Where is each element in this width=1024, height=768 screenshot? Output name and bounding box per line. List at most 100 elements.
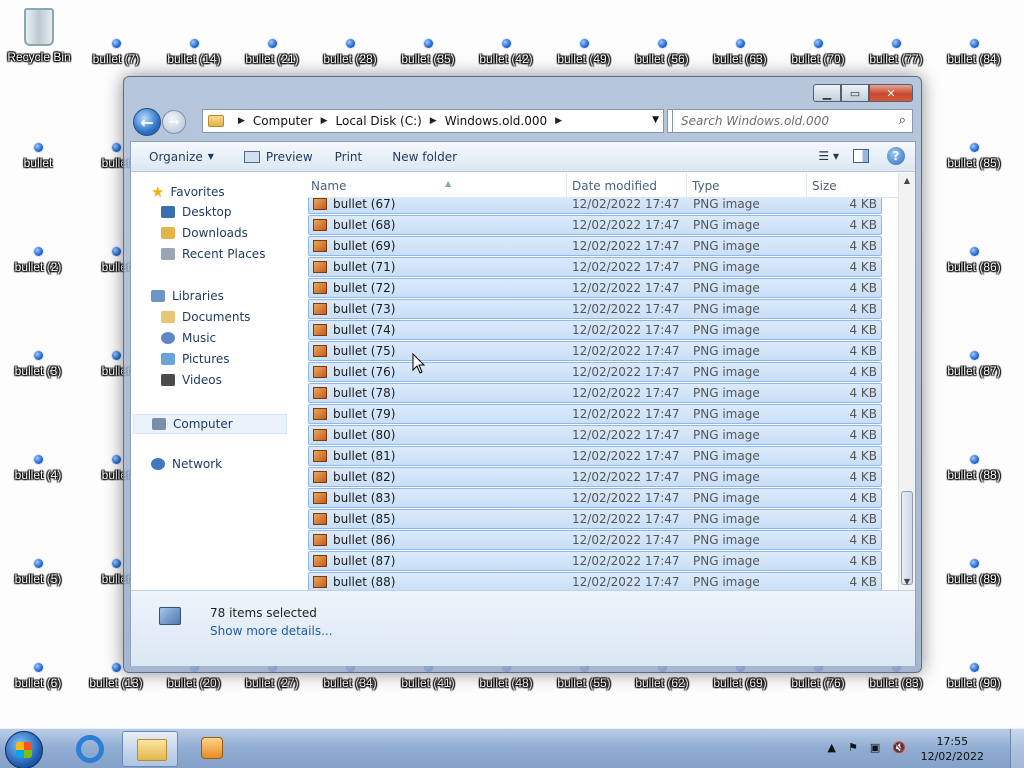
- nav-favorites[interactable]: ★ Favorites: [151, 183, 225, 201]
- desktop-file-icon[interactable]: bullet (85): [935, 142, 1013, 170]
- scroll-down-icon[interactable]: ▼: [899, 574, 915, 590]
- back-button[interactable]: ←: [133, 108, 161, 136]
- table-row[interactable]: bullet (74) 12/02/2022 17:47 PNG image 4 KB: [308, 320, 882, 340]
- help-icon[interactable]: ?: [887, 147, 905, 165]
- nav-documents[interactable]: Documents: [161, 310, 250, 324]
- breadcrumb-arrow-icon[interactable]: ▶: [430, 116, 437, 126]
- table-row[interactable]: bullet (75) 12/02/2022 17:47 PNG image 4 KB: [308, 341, 882, 361]
- desktop-file-icon[interactable]: bullet (90): [935, 662, 1013, 690]
- file-type: PNG image: [693, 575, 760, 589]
- show-more-details-link[interactable]: Show more details...: [210, 624, 333, 638]
- maximize-button[interactable]: ▭: [841, 84, 869, 102]
- table-row[interactable]: bullet (69) 12/02/2022 17:47 PNG image 4 KB: [308, 236, 882, 256]
- desktop-file-icon[interactable]: bullet (70): [779, 38, 857, 66]
- breadcrumb-arrow-icon[interactable]: ▶: [321, 116, 328, 126]
- desktop-file-icon[interactable]: bullet (14): [155, 38, 233, 66]
- desktop-file-icon[interactable]: bullet (84): [935, 38, 1013, 66]
- desktop-file-icon[interactable]: bullet (89): [935, 558, 1013, 586]
- minimize-button[interactable]: ▁: [813, 84, 841, 102]
- recycle-bin-icon[interactable]: Recycle Bin: [0, 8, 78, 64]
- breadcrumb-windows-old[interactable]: Windows.old.000: [445, 114, 547, 128]
- desktop-file-icon[interactable]: bullet (6): [0, 662, 77, 690]
- address-bar[interactable]: ▶ Computer ▶ Local Disk (C:) ▶ Windows.o…: [202, 109, 664, 133]
- nav-network[interactable]: Network: [151, 457, 222, 471]
- search-icon[interactable]: ⌕: [899, 113, 906, 128]
- column-type[interactable]: Type: [692, 179, 720, 193]
- desktop-file-icon[interactable]: bullet (28): [311, 38, 389, 66]
- table-row[interactable]: bullet (68) 12/02/2022 17:47 PNG image 4 KB: [308, 215, 882, 235]
- table-row[interactable]: bullet (72) 12/02/2022 17:47 PNG image 4 KB: [308, 278, 882, 298]
- desktop-file-icon[interactable]: bullet (7): [77, 38, 155, 66]
- table-row[interactable]: bullet (67) 12/02/2022 17:47 PNG image 4 KB: [308, 198, 882, 214]
- preview-button[interactable]: Preview: [243, 150, 313, 164]
- desktop-file-icon[interactable]: bullet (35): [389, 38, 467, 66]
- desktop-file-icon[interactable]: bullet: [0, 142, 77, 170]
- show-hidden-icons-icon[interactable]: ▲: [828, 741, 836, 754]
- start-button[interactable]: [5, 731, 43, 768]
- breadcrumb-arrow-icon[interactable]: ▶: [555, 116, 562, 126]
- breadcrumb-local-disk[interactable]: Local Disk (C:): [336, 114, 422, 128]
- breadcrumb-computer[interactable]: Computer: [253, 114, 313, 128]
- preview-pane-icon[interactable]: [853, 149, 869, 163]
- table-row[interactable]: bullet (85) 12/02/2022 17:47 PNG image 4 KB: [308, 509, 882, 529]
- nav-music[interactable]: Music: [161, 331, 216, 345]
- volume-muted-icon[interactable]: 🔇: [892, 741, 906, 754]
- table-row[interactable]: bullet (73) 12/02/2022 17:47 PNG image 4 KB: [308, 299, 882, 319]
- table-row[interactable]: bullet (80) 12/02/2022 17:47 PNG image 4 KB: [308, 425, 882, 445]
- new-folder-button[interactable]: New folder: [392, 150, 457, 164]
- taskbar-media-player[interactable]: [184, 731, 240, 767]
- desktop-file-icon[interactable]: bullet (56): [623, 38, 701, 66]
- column-size[interactable]: Size: [812, 179, 837, 193]
- nav-computer[interactable]: Computer: [133, 414, 287, 434]
- nav-pictures[interactable]: Pictures: [161, 352, 230, 366]
- table-row[interactable]: bullet (88) 12/02/2022 17:47 PNG image 4 KB: [308, 572, 882, 592]
- show-desktop-button[interactable]: [1010, 729, 1024, 768]
- desktop-file-icon[interactable]: bullet (63): [701, 38, 779, 66]
- desktop-file-icon[interactable]: bullet (5): [0, 558, 77, 586]
- desktop-file-icon[interactable]: bullet (87): [935, 350, 1013, 378]
- bullet-image-icon: [188, 38, 200, 49]
- desktop-file-icon[interactable]: bullet (49): [545, 38, 623, 66]
- desktop-file-icon[interactable]: bullet (3): [0, 350, 77, 378]
- nav-desktop[interactable]: Desktop: [161, 205, 232, 219]
- scroll-up-icon[interactable]: ▲: [899, 173, 915, 189]
- address-dropdown-icon[interactable]: ▼: [652, 115, 659, 125]
- forward-button[interactable]: →: [162, 110, 186, 134]
- scrollbar-thumb[interactable]: [901, 491, 913, 585]
- column-name[interactable]: Name: [311, 179, 346, 193]
- vertical-scrollbar[interactable]: ▲ ▼: [898, 173, 915, 590]
- table-row[interactable]: bullet (71) 12/02/2022 17:47 PNG image 4 KB: [308, 257, 882, 277]
- table-row[interactable]: bullet (78) 12/02/2022 17:47 PNG image 4 KB: [308, 383, 882, 403]
- breadcrumb-arrow-icon[interactable]: ▶: [238, 116, 245, 126]
- organize-button[interactable]: Organize ▼: [149, 150, 214, 164]
- desktop-file-icon[interactable]: bullet (77): [857, 38, 935, 66]
- table-row[interactable]: bullet (86) 12/02/2022 17:47 PNG image 4 KB: [308, 530, 882, 550]
- desktop-file-icon[interactable]: bullet (2): [0, 246, 77, 274]
- table-row[interactable]: bullet (79) 12/02/2022 17:47 PNG image 4 KB: [308, 404, 882, 424]
- nav-libraries[interactable]: Libraries: [151, 289, 224, 303]
- taskbar-windows-explorer[interactable]: [122, 731, 178, 767]
- desktop-file-icon[interactable]: bullet (86): [935, 246, 1013, 274]
- table-row[interactable]: bullet (87) 12/02/2022 17:47 PNG image 4 KB: [308, 551, 882, 571]
- clock[interactable]: 17:55 12/02/2022: [921, 734, 984, 764]
- action-center-flag-icon[interactable]: ⚑: [848, 741, 858, 754]
- nav-downloads[interactable]: Downloads: [161, 226, 248, 240]
- desktop-file-icon[interactable]: bullet (4): [0, 454, 77, 482]
- column-date-modified[interactable]: Date modified: [572, 179, 657, 193]
- desktop-file-icon[interactable]: bullet (42): [467, 38, 545, 66]
- table-row[interactable]: bullet (82) 12/02/2022 17:47 PNG image 4 KB: [308, 467, 882, 487]
- explorer-window[interactable]: ▁ ▭ ✕ ← → ▶ Computer ▶ Local Disk (C:) ▶…: [123, 76, 922, 673]
- network-status-icon[interactable]: ▣: [870, 741, 880, 754]
- desktop-file-icon[interactable]: bullet (88): [935, 454, 1013, 482]
- close-button[interactable]: ✕: [869, 84, 913, 102]
- table-row[interactable]: bullet (83) 12/02/2022 17:47 PNG image 4 KB: [308, 488, 882, 508]
- change-view-button[interactable]: ☰ ▾: [818, 149, 839, 163]
- table-row[interactable]: bullet (81) 12/02/2022 17:47 PNG image 4 KB: [308, 446, 882, 466]
- nav-recent-places[interactable]: Recent Places: [161, 247, 265, 261]
- table-row[interactable]: bullet (76) 12/02/2022 17:47 PNG image 4 KB: [308, 362, 882, 382]
- print-button[interactable]: Print: [335, 150, 363, 164]
- nav-videos[interactable]: Videos: [161, 373, 222, 387]
- taskbar-internet-explorer[interactable]: [62, 731, 118, 767]
- search-input[interactable]: Search Windows.old.000 ⌕: [672, 109, 913, 133]
- desktop-file-icon[interactable]: bullet (21): [233, 38, 311, 66]
